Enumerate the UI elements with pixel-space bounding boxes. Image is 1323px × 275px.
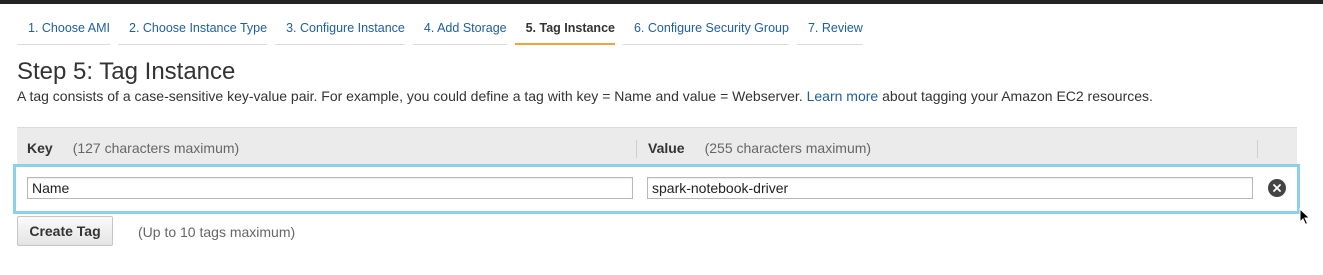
- tag-limit-note: (Up to 10 tags maximum): [138, 224, 296, 240]
- page-description: A tag consists of a case-sensitive key-v…: [17, 88, 1153, 104]
- key-column-header: Key (127 characters maximum): [27, 140, 239, 156]
- key-header-label: Key: [27, 140, 53, 156]
- tag-key-input[interactable]: [27, 177, 633, 199]
- description-text-end: about tagging your Amazon EC2 resources.: [882, 88, 1153, 104]
- value-column-header: Value (255 characters maximum): [648, 140, 871, 156]
- page-title: Step 5: Tag Instance: [17, 58, 236, 85]
- close-icon: [1273, 184, 1281, 192]
- tab-add-storage[interactable]: 4. Add Storage: [412, 14, 507, 45]
- tag-row: [13, 164, 1300, 214]
- learn-more-link[interactable]: Learn more: [807, 88, 879, 104]
- description-text: A tag consists of a case-sensitive key-v…: [17, 88, 803, 104]
- key-hint: (127 characters maximum): [72, 140, 240, 156]
- tab-review[interactable]: 7. Review: [796, 14, 863, 45]
- tab-choose-ami[interactable]: 1. Choose AMI: [17, 14, 110, 45]
- create-tag-button[interactable]: Create Tag: [17, 216, 113, 246]
- wizard-steps: 1. Choose AMI 2. Choose Instance Type 3.…: [17, 14, 871, 45]
- top-bar: [0, 0, 1323, 4]
- value-hint: (255 characters maximum): [704, 140, 872, 156]
- column-divider: [1257, 140, 1258, 158]
- tab-configure-instance[interactable]: 3. Configure Instance: [275, 14, 405, 45]
- value-header-label: Value: [648, 140, 685, 156]
- remove-tag-button[interactable]: [1268, 179, 1286, 197]
- tag-value-input[interactable]: [647, 177, 1253, 199]
- tags-table-header: Key (127 characters maximum) Value (255 ch…: [17, 127, 1297, 165]
- mouse-cursor-icon: [1299, 208, 1311, 226]
- tab-choose-instance-type[interactable]: 2. Choose Instance Type: [118, 14, 268, 45]
- tab-configure-security-group[interactable]: 6. Configure Security Group: [622, 14, 789, 45]
- tab-tag-instance[interactable]: 5. Tag Instance: [514, 14, 615, 45]
- column-divider: [636, 140, 637, 158]
